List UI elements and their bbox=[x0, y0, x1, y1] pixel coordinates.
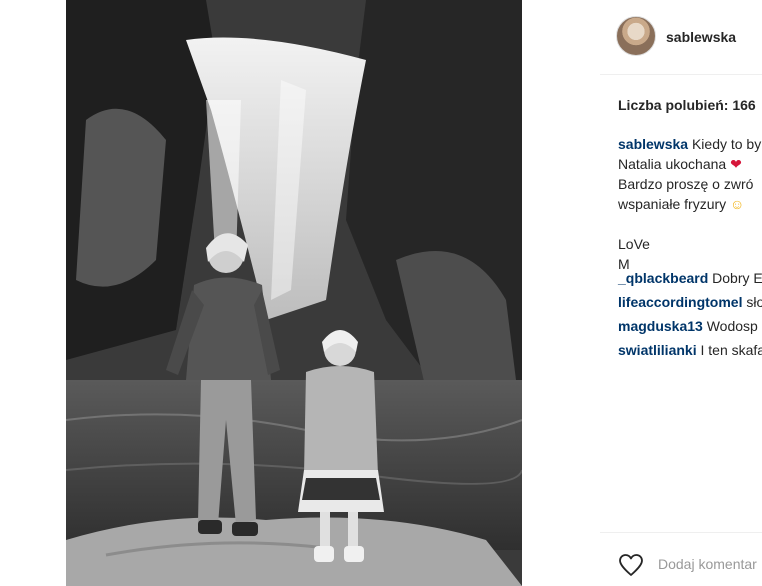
comment-text: Dobry E bbox=[712, 270, 762, 286]
comments-list: _qblackbeard Dobry E lifeaccordingtomel … bbox=[618, 266, 762, 362]
post-photo[interactable] bbox=[66, 0, 522, 586]
post-photo-area bbox=[0, 0, 600, 586]
comment-username[interactable]: lifeaccordingtomel bbox=[618, 294, 742, 310]
comment-item: swiatlilianki I ten skafa bbox=[618, 338, 762, 362]
caption-line: Bardzo proszę o zwró bbox=[618, 176, 754, 192]
post-side-panel: sablewska Liczba polubień: 166 sablewska… bbox=[600, 0, 762, 586]
comment-item: _qblackbeard Dobry E bbox=[618, 266, 762, 290]
post-header: sablewska bbox=[600, 0, 762, 75]
comment-item: lifeaccordingtomel sło bbox=[618, 290, 762, 314]
caption-line: LoVe bbox=[618, 236, 650, 252]
header-username[interactable]: sablewska bbox=[666, 29, 736, 45]
caption-line: Natalia ukochana bbox=[618, 156, 727, 172]
comment-username[interactable]: magduska13 bbox=[618, 318, 703, 334]
add-comment-input[interactable]: Dodaj komentar bbox=[658, 556, 757, 572]
post-caption: sablewska Kiedy to by Natalia ukochana ❤… bbox=[618, 134, 762, 274]
comment-text: I ten skafa bbox=[700, 342, 762, 358]
heart-outline-icon[interactable] bbox=[618, 553, 644, 577]
comment-username[interactable]: _qblackbeard bbox=[618, 270, 708, 286]
caption-line: wspaniałe fryzury bbox=[618, 196, 727, 212]
avatar[interactable] bbox=[616, 16, 656, 56]
post-footer: Dodaj komentar bbox=[600, 532, 762, 586]
comment-item: magduska13 Wodosp bbox=[618, 314, 762, 338]
heart-emoji-icon: ❤ bbox=[730, 156, 742, 172]
caption-line: Kiedy to by bbox=[691, 136, 762, 152]
comment-text: sło bbox=[746, 294, 762, 310]
likes-count[interactable]: Liczba polubień: 166 bbox=[618, 97, 756, 113]
smile-emoji-icon: ☺ bbox=[730, 196, 745, 212]
comment-text: Wodosp bbox=[706, 318, 758, 334]
black-and-white-waterfall-photo bbox=[66, 0, 522, 586]
caption-author[interactable]: sablewska bbox=[618, 136, 688, 152]
comment-username[interactable]: swiatlilianki bbox=[618, 342, 697, 358]
